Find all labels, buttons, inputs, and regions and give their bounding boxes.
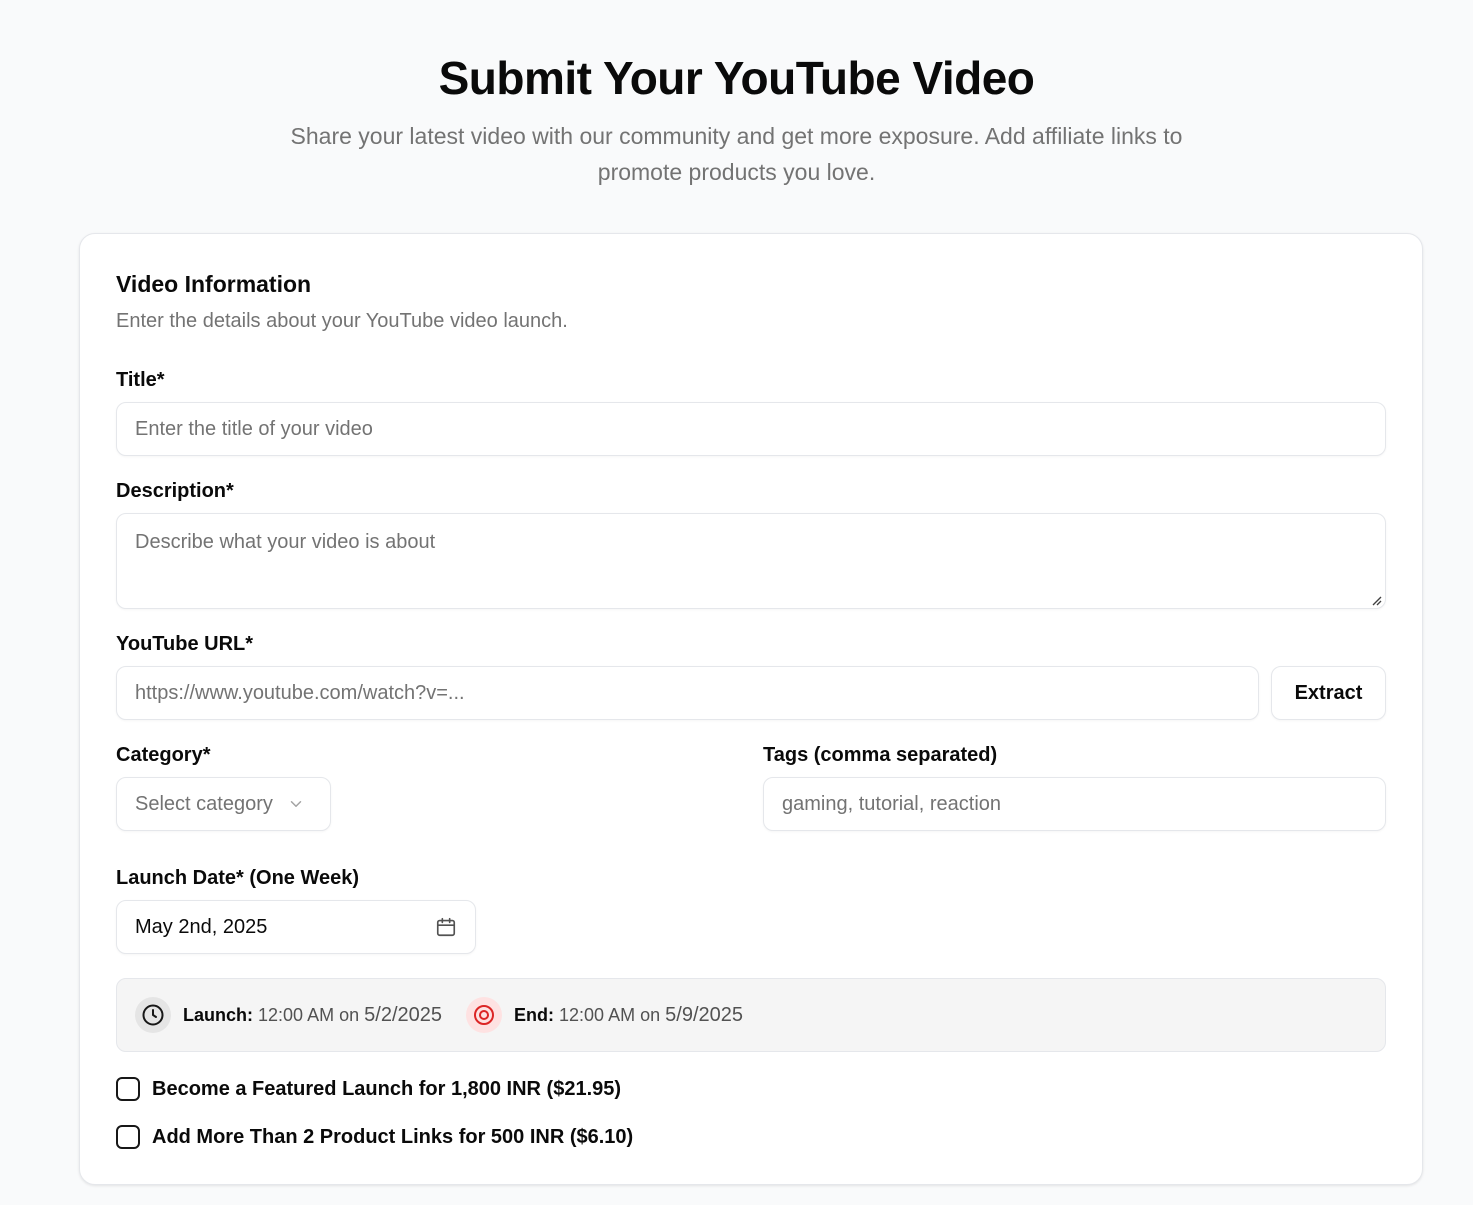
end-date: 5/9/2025 bbox=[665, 1003, 743, 1026]
launch-date-label: Launch Date* (One Week) bbox=[116, 867, 360, 889]
youtube-url-input[interactable] bbox=[116, 666, 1259, 720]
launch-on: on bbox=[339, 1004, 360, 1025]
description-textarea[interactable] bbox=[116, 513, 1386, 609]
clock-icon bbox=[135, 997, 171, 1033]
featured-launch-option[interactable]: Become a Featured Launch for 1,800 INR (… bbox=[116, 1077, 621, 1101]
page-header: Submit Your YouTube Video Share your lat… bbox=[0, 0, 1473, 190]
launch-timeline: Launch: 12:00 AM on 5/2/2025 End: 12:00 … bbox=[116, 978, 1386, 1052]
tags-label: Tags (comma separated) bbox=[763, 744, 998, 766]
launch-date-value: May 2nd, 2025 bbox=[135, 915, 268, 938]
end-label: End: bbox=[514, 1004, 554, 1025]
calendar-icon bbox=[436, 917, 456, 937]
category-select[interactable]: Select category bbox=[116, 777, 331, 831]
youtube-url-label: YouTube URL* bbox=[116, 633, 254, 655]
category-label: Category* bbox=[116, 744, 211, 766]
end-time-info: End: 12:00 AM on 5/9/2025 bbox=[466, 997, 743, 1033]
product-links-label[interactable]: Add More Than 2 Product Links for 500 IN… bbox=[152, 1126, 633, 1149]
description-label: Description* bbox=[116, 480, 234, 502]
end-time: 12:00 AM bbox=[559, 1004, 636, 1025]
title-input[interactable] bbox=[116, 402, 1386, 456]
end-on: on bbox=[640, 1004, 661, 1025]
target-icon bbox=[466, 997, 502, 1033]
submit-video-page: Submit Your YouTube Video Share your lat… bbox=[0, 0, 1473, 1205]
launch-time: 12:00 AM bbox=[258, 1004, 335, 1025]
chevron-down-icon bbox=[290, 801, 302, 807]
launch-date: 5/2/2025 bbox=[364, 1003, 442, 1026]
featured-launch-checkbox[interactable] bbox=[116, 1077, 140, 1101]
launch-date-picker[interactable]: May 2nd, 2025 bbox=[116, 900, 476, 954]
tags-input[interactable] bbox=[763, 777, 1386, 831]
category-select-value: Select category bbox=[135, 792, 273, 815]
extract-button[interactable]: Extract bbox=[1271, 666, 1386, 720]
product-links-checkbox[interactable] bbox=[116, 1125, 140, 1149]
card-description: Enter the details about your YouTube vid… bbox=[116, 310, 568, 332]
page-title: Submit Your YouTube Video bbox=[438, 52, 1035, 104]
title-label: Title* bbox=[116, 369, 165, 391]
resize-handle-icon[interactable] bbox=[1370, 594, 1382, 606]
card-title: Video Information bbox=[116, 271, 312, 297]
product-links-option[interactable]: Add More Than 2 Product Links for 500 IN… bbox=[116, 1125, 633, 1149]
launch-label: Launch: bbox=[183, 1004, 253, 1025]
page-subtitle: Share your latest video with our communi… bbox=[290, 123, 1183, 185]
launch-time-info: Launch: 12:00 AM on 5/2/2025 bbox=[135, 997, 442, 1033]
video-information-card: Video Information Enter the details abou… bbox=[79, 233, 1423, 1185]
featured-launch-label[interactable]: Become a Featured Launch for 1,800 INR (… bbox=[152, 1078, 621, 1101]
